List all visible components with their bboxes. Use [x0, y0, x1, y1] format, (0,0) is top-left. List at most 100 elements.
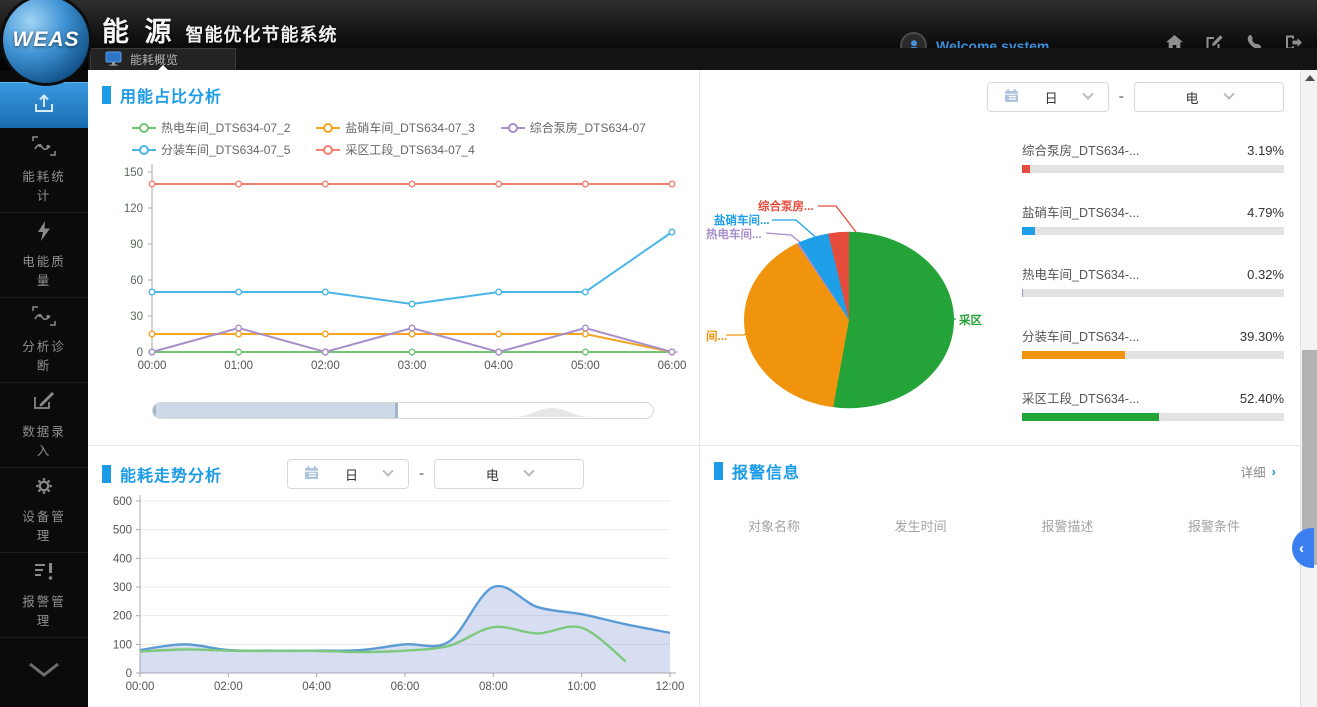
data-point: [323, 349, 329, 355]
period-select[interactable]: 日: [987, 82, 1109, 112]
legend-item[interactable]: 盐硝车间_DTS634-07_3: [316, 119, 474, 136]
sidebar-item-label: 分析诊断: [16, 338, 72, 374]
energy-select-value: 电: [486, 465, 499, 484]
pie-chart: [744, 232, 954, 408]
alarm-detail-link[interactable]: 详细 ›: [1241, 462, 1276, 481]
ratio-row-percent: 0.32%: [1247, 267, 1284, 282]
weas-logo-text: WEAS: [13, 28, 80, 52]
ratio-bar-fill: [1022, 289, 1023, 297]
legend-item[interactable]: 采区工段_DTS634-07_4: [316, 141, 474, 158]
vertical-scrollbar[interactable]: [1300, 70, 1317, 707]
sidebar-item-energy-stats[interactable]: 能耗统计: [0, 128, 88, 213]
sidebar-item-data-entry[interactable]: 数据录入: [0, 383, 88, 468]
sidebar-item-label: 电能质量: [16, 253, 72, 289]
sidebar-item-alarm-mgmt[interactable]: 报警管理: [0, 553, 88, 638]
energy-select-value: 电: [1185, 88, 1198, 107]
legend-marker-icon: [132, 145, 156, 155]
data-point: [236, 289, 242, 295]
data-point: [323, 181, 329, 187]
trend-chart-icon: [31, 305, 57, 332]
ratio-row-percent: 4.79%: [1247, 205, 1284, 220]
ratio-row: 分装车间_DTS634-... 39.30%: [1022, 326, 1284, 359]
ratio-bar-fill: [1022, 351, 1125, 359]
x-axis-label: 04:00: [302, 681, 331, 693]
period-select-value: 日: [345, 465, 358, 484]
panel-bullet: [102, 465, 111, 483]
period-select[interactable]: 日: [287, 459, 409, 489]
selector-separator: -: [419, 465, 424, 483]
data-point: [149, 181, 155, 187]
sidebar-item-label: 数据录入: [16, 423, 72, 459]
area-fill: [140, 586, 670, 673]
data-point: [323, 289, 329, 295]
selector-separator: -: [1119, 88, 1124, 106]
legend-item[interactable]: 综合泵房_DTS634-07: [501, 119, 646, 136]
data-point: [409, 325, 415, 331]
detail-link-label: 详细: [1241, 462, 1266, 481]
legend-item[interactable]: 分装车间_DTS634-07_5: [132, 141, 290, 158]
calendar-icon: [1004, 88, 1019, 106]
legend-marker-icon: [132, 123, 156, 133]
sidebar-item-analysis[interactable]: 分析诊断: [0, 298, 88, 383]
legend-item-label: 分装车间_DTS634-07_5: [161, 141, 290, 158]
pie-chart-zone: 综合泵房... 盐硝车间... 热电车间... 间... 采区: [706, 122, 1036, 432]
alarm-icon: [32, 560, 56, 587]
sidebar-item-home[interactable]: [0, 82, 88, 128]
monitor-icon: [105, 51, 122, 69]
x-axis-label: 00:00: [138, 360, 167, 372]
x-axis-label: 12:00: [656, 681, 685, 693]
ratio-list: 综合泵房_DTS634-... 3.19% 盐硝车间_DTS634-... 4.…: [1022, 140, 1284, 450]
trend-chart-icon: [31, 135, 57, 162]
ratio-bar-track: [1022, 289, 1284, 297]
gear-icon: [32, 475, 56, 502]
lightning-icon: [33, 220, 55, 247]
scroll-up-icon[interactable]: [1305, 75, 1315, 81]
export-icon: [31, 91, 57, 120]
chevron-down-icon: [1223, 89, 1234, 100]
data-point: [583, 289, 589, 295]
datazoom-selected-range[interactable]: [153, 403, 398, 418]
sidebar-expand-button[interactable]: [0, 638, 88, 706]
alarm-column-desc: 报警描述: [1041, 516, 1093, 535]
period-select-value: 日: [1045, 88, 1058, 107]
y-axis-label: 0: [126, 668, 132, 680]
y-axis-label: 0: [137, 347, 143, 359]
data-point: [496, 289, 502, 295]
x-axis-label: 04:00: [484, 360, 513, 372]
chevron-right-icon: ›: [1272, 464, 1276, 479]
y-axis-label: 100: [113, 639, 132, 651]
y-axis-label: 30: [130, 311, 143, 323]
usage-panel-title: 用能占比分析: [120, 83, 222, 107]
energy-type-select[interactable]: 电: [434, 459, 584, 489]
data-point: [236, 325, 242, 331]
data-point: [409, 349, 415, 355]
y-axis-label: 500: [113, 525, 132, 537]
x-axis-label: 02:00: [311, 360, 340, 372]
data-point: [669, 181, 675, 187]
datazoom-slider[interactable]: [152, 402, 654, 419]
line-series: [152, 232, 672, 304]
ratio-row-label: 热电车间_DTS634-...: [1022, 264, 1139, 283]
sidebar: 能耗统计 电能质量 分析诊断 数据录入 设备管理: [0, 70, 88, 707]
pie-panel: 日 - 电: [700, 70, 1300, 445]
chevron-left-icon: ‹: [1299, 540, 1304, 557]
tab-energy-overview[interactable]: 能耗概览: [90, 48, 236, 70]
sidebar-item-device-mgmt[interactable]: 设备管理: [0, 468, 88, 553]
y-axis-label: 150: [124, 167, 143, 179]
data-point: [583, 331, 589, 337]
usage-selectors: 日 - 电: [987, 82, 1284, 112]
energy-type-select[interactable]: 电: [1134, 82, 1284, 112]
data-point: [236, 181, 242, 187]
y-axis-label: 300: [113, 582, 132, 594]
legend-item[interactable]: 热电车间_DTS634-07_2: [132, 119, 290, 136]
x-axis-label: 05:00: [571, 360, 600, 372]
data-point: [583, 325, 589, 331]
y-axis-label: 200: [113, 611, 132, 623]
data-point: [496, 331, 502, 337]
sidebar-item-power-quality[interactable]: 电能质量: [0, 213, 88, 298]
tab-label: 能耗概览: [130, 51, 178, 68]
data-point: [583, 181, 589, 187]
x-axis-label: 08:00: [479, 681, 508, 693]
panel-bullet: [102, 86, 111, 104]
panel-bullet: [714, 462, 723, 480]
